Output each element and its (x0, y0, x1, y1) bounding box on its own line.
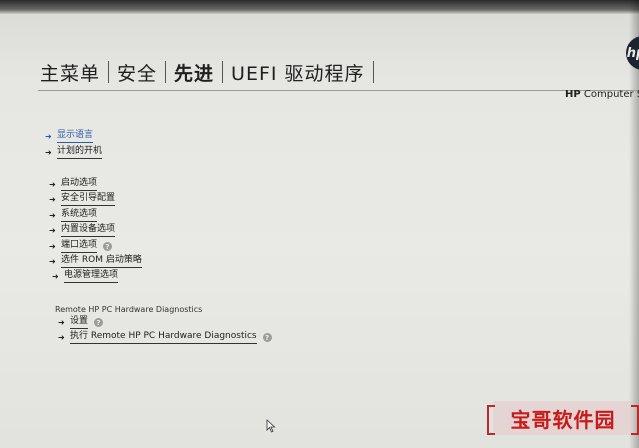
option-remote-settings[interactable]: ➜ 设置 ? (58, 316, 104, 329)
main-menu-bar: 主菜单 安全 先进 UEFI 驱动程序 (38, 58, 374, 86)
option-label: 电源管理选项 (64, 270, 119, 283)
arrow-right-icon: ➜ (49, 242, 56, 251)
arrow-right-icon: ➜ (49, 180, 56, 189)
arrow-right-icon: ➜ (49, 257, 56, 266)
hp-logo-text: hp (626, 45, 639, 61)
option-label: 计划的开机 (57, 146, 103, 159)
watermark-logo: 宝哥软件园 (487, 401, 639, 435)
option-label: 端口选项 (61, 240, 98, 253)
option-label: 设置 (70, 316, 89, 329)
option-label: 系统选项 (61, 209, 98, 222)
option-display-language[interactable]: ➜ 显示语言 (45, 130, 94, 143)
menu-tab-main[interactable]: 主菜单 (38, 59, 108, 86)
arrow-right-icon: ➜ (58, 333, 65, 342)
mouse-cursor-icon (266, 419, 276, 433)
option-label: 执行 Remote HP PC Hardware Diagnostics (70, 331, 257, 344)
menu-tab-advanced[interactable]: 先进 (166, 59, 222, 86)
arrow-right-icon: ➜ (49, 195, 56, 204)
option-secure-boot-config[interactable]: ➜ 安全引导配置 (49, 193, 116, 206)
option-run-remote-diagnostics[interactable]: ➜ 执行 Remote HP PC Hardware Diagnostics ? (58, 331, 272, 344)
arrow-right-icon: ➜ (45, 132, 52, 141)
option-system-options[interactable]: ➜ 系统选项 (49, 209, 98, 222)
help-icon[interactable]: ? (103, 242, 113, 251)
option-scheduled-power-on[interactable]: ➜ 计划的开机 (45, 146, 103, 159)
option-power-management[interactable]: ➜ 电源管理选项 (52, 270, 119, 283)
menu-tab-security[interactable]: 安全 (109, 59, 165, 86)
watermark-text: 宝哥软件园 (510, 407, 616, 432)
computer-model: HP Computer S (565, 89, 639, 100)
menu-divider (372, 61, 374, 83)
model-text: Computer S (583, 89, 639, 100)
hp-logo: hp (626, 36, 639, 70)
model-prefix: HP (565, 89, 581, 100)
option-rom-launch-policy[interactable]: ➜ 选件 ROM 启动策略 (49, 255, 142, 268)
option-built-in-devices[interactable]: ➜ 内置设备选项 (49, 224, 116, 237)
option-label: 内置设备选项 (61, 224, 116, 237)
help-icon[interactable]: ? (94, 318, 104, 327)
arrow-right-icon: ➜ (45, 148, 52, 157)
option-boot-options[interactable]: ➜ 启动选项 (49, 178, 98, 191)
option-port-options[interactable]: ➜ 端口选项 ? (49, 240, 113, 253)
screen-bezel-top (0, 0, 639, 14)
option-label: 选件 ROM 启动策略 (61, 255, 142, 268)
arrow-right-icon: ➜ (58, 318, 65, 327)
arrow-right-icon: ➜ (52, 272, 59, 281)
option-label: 启动选项 (61, 178, 98, 191)
menu-tab-uefi-drivers[interactable]: UEFI 驱动程序 (223, 59, 372, 86)
menu-underline-rule (38, 90, 639, 91)
arrow-right-icon: ➜ (49, 211, 56, 220)
arrow-right-icon: ➜ (49, 226, 56, 235)
option-label: 安全引导配置 (61, 193, 116, 206)
option-label: 显示语言 (57, 130, 94, 143)
remote-diagnostics-title: Remote HP PC Hardware Diagnostics (55, 305, 203, 314)
help-icon[interactable]: ? (262, 333, 272, 342)
